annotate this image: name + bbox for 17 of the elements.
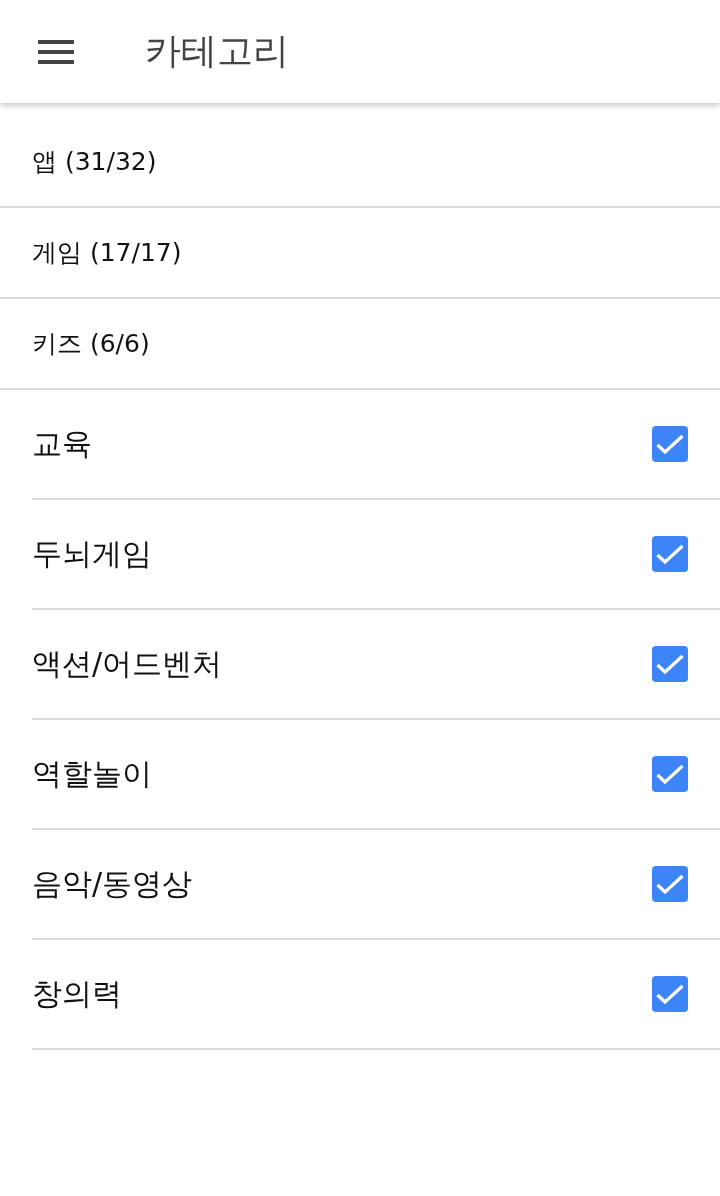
category-label: 액션/어드벤처 [32, 644, 223, 683]
app-bar-title: 카테고리 [145, 29, 289, 73]
checkbox[interactable] [652, 426, 688, 462]
category-label: 창의력 [32, 974, 122, 1013]
checkbox[interactable] [652, 536, 688, 572]
category-group-item[interactable]: 앱 (31/32) [0, 117, 720, 208]
category-group-item[interactable]: 게임 (17/17) [0, 208, 720, 299]
checkbox[interactable] [652, 756, 688, 792]
menu-icon[interactable] [38, 39, 74, 64]
category-label: 역할놀이 [32, 754, 152, 793]
checkbox[interactable] [652, 976, 688, 1012]
checkbox[interactable] [652, 646, 688, 682]
category-label: 두뇌게임 [32, 534, 152, 573]
category-group-item[interactable]: 키즈 (6/6) [0, 299, 720, 390]
checkbox[interactable] [652, 866, 688, 902]
category-label: 교육 [32, 424, 92, 463]
category-label: 음악/동영상 [32, 864, 193, 903]
